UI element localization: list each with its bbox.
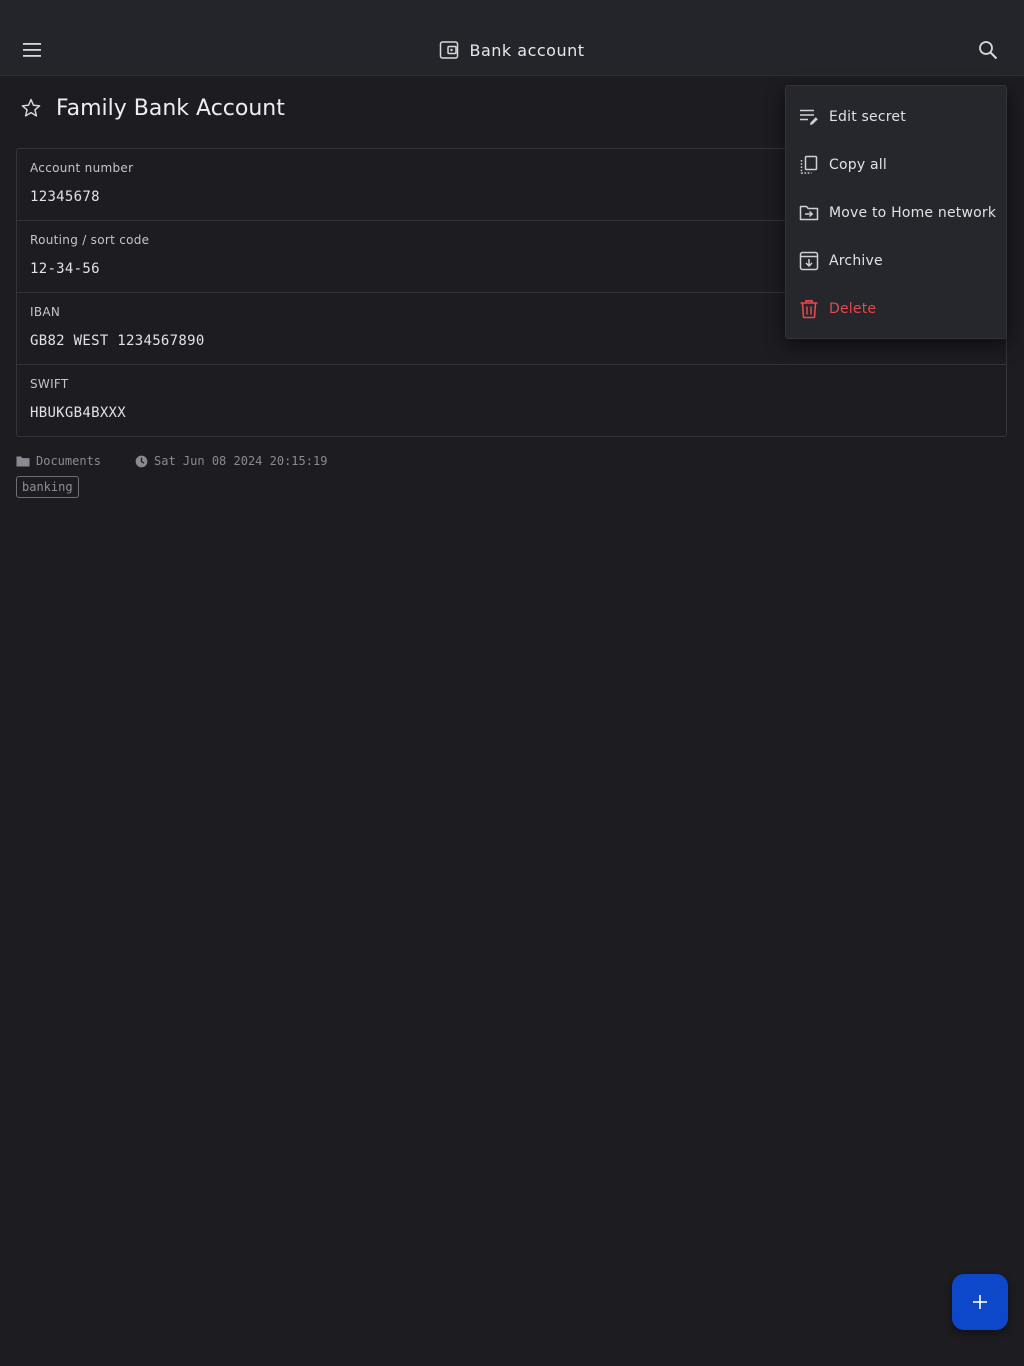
edit-note-icon <box>799 107 819 127</box>
app-bar-title-text: Bank account <box>469 40 585 60</box>
modified-time: Sat Jun 08 2024 20:15:19 <box>135 454 327 468</box>
add-secret-button[interactable] <box>952 1274 1008 1330</box>
wallet-icon <box>440 41 459 59</box>
top-app-bar: Bank account <box>0 0 1024 76</box>
secret-actions-menu: Edit secret Copy all Move to Home networ… <box>785 85 1007 339</box>
field-swift[interactable]: SWIFT HBUKGB4BXXX <box>17 365 1006 436</box>
star-outline-icon[interactable] <box>20 97 42 119</box>
secret-title: Family Bank Account <box>56 95 285 121</box>
menu-item-label: Archive <box>829 253 883 269</box>
folder-link[interactable]: Documents <box>16 454 101 468</box>
secret-metadata: Documents Sat Jun 08 2024 20:15:19 <box>16 452 327 470</box>
tag-chip[interactable]: banking <box>16 476 79 498</box>
folder-name: Documents <box>36 454 102 468</box>
copy-icon <box>799 155 819 175</box>
folder-icon <box>16 456 30 467</box>
search-button[interactable] <box>970 32 1006 68</box>
modified-date: Sat Jun 08 2024 20:15:19 <box>154 454 328 468</box>
secret-title-row: Family Bank Account <box>20 92 285 124</box>
menu-item-move-to-folder[interactable]: Move to Home network <box>786 189 1006 237</box>
archive-icon <box>799 251 819 271</box>
menu-item-copy-all[interactable]: Copy all <box>786 141 1006 189</box>
menu-item-label: Move to Home network <box>829 205 997 221</box>
menu-item-delete[interactable]: Delete <box>786 285 1006 333</box>
search-icon <box>979 41 998 60</box>
menu-item-archive[interactable]: Archive <box>786 237 1006 285</box>
clock-icon <box>135 455 148 467</box>
menu-item-label: Edit secret <box>829 109 906 125</box>
field-value: HBUKGB4BXXX <box>30 405 127 421</box>
plus-icon <box>973 1295 987 1309</box>
app-bar-title: Bank account <box>0 37 1024 63</box>
move-to-folder-icon <box>799 203 819 223</box>
menu-item-edit-secret[interactable]: Edit secret <box>786 93 1006 141</box>
menu-item-label: Delete <box>829 301 877 317</box>
trash-icon <box>799 299 819 319</box>
menu-item-label: Copy all <box>829 157 887 173</box>
field-label: SWIFT <box>30 377 69 391</box>
